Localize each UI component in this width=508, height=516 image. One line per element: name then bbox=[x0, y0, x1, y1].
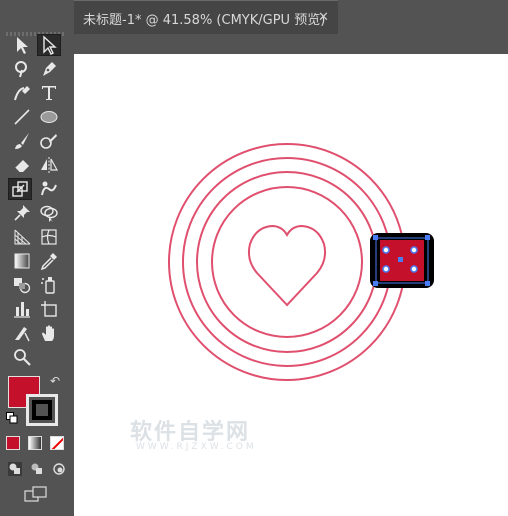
swap-colors-icon[interactable]: ↶ bbox=[50, 374, 60, 388]
artboard-tool[interactable] bbox=[37, 298, 61, 320]
mesh-icon bbox=[41, 229, 57, 245]
close-icon[interactable]: ✕ bbox=[318, 9, 329, 25]
perspective-grid-tool[interactable] bbox=[10, 226, 34, 248]
inner-circle[interactable] bbox=[211, 186, 363, 338]
hand-tool[interactable] bbox=[37, 322, 61, 344]
zoom-tool[interactable] bbox=[10, 346, 34, 368]
line-tool[interactable] bbox=[10, 106, 34, 128]
puppet-warp-tool[interactable] bbox=[10, 202, 34, 224]
reflect-tool[interactable] bbox=[37, 154, 61, 176]
draw-behind-button[interactable] bbox=[30, 462, 44, 476]
direct-selection-tool[interactable] bbox=[37, 34, 61, 56]
gradient-mode-button[interactable] bbox=[28, 436, 42, 450]
stroke-color-swatch[interactable] bbox=[26, 394, 58, 426]
gradient-tool[interactable] bbox=[10, 250, 34, 272]
eraser-icon bbox=[14, 160, 29, 173]
tools-panel: ↶ bbox=[0, 30, 74, 516]
document-tab[interactable]: 未标题-1* @ 41.58% (CMYK/GPU 预览) ✕ bbox=[74, 0, 338, 34]
ellipse-tool[interactable] bbox=[37, 106, 61, 128]
scale-icon bbox=[12, 181, 28, 197]
type-tool[interactable] bbox=[37, 82, 61, 104]
blend-icon bbox=[14, 278, 31, 294]
hand-icon bbox=[42, 325, 54, 341]
paintbrush-tool[interactable] bbox=[10, 130, 34, 152]
draw-behind-icon bbox=[31, 463, 42, 474]
hollow-arrow-icon bbox=[43, 35, 57, 55]
screen-mode-button[interactable] bbox=[24, 486, 48, 502]
draw-normal-button[interactable] bbox=[8, 462, 22, 476]
line-icon bbox=[14, 109, 30, 125]
blend-tool[interactable] bbox=[10, 274, 34, 296]
arrow-icon bbox=[17, 37, 28, 54]
brush-icon bbox=[15, 133, 29, 149]
pin-icon bbox=[14, 205, 30, 221]
draw-inside-button[interactable] bbox=[52, 462, 66, 476]
eyedropper-tool[interactable] bbox=[37, 250, 61, 272]
ellipse-icon bbox=[40, 111, 58, 123]
type-icon bbox=[42, 86, 56, 100]
pen-tool[interactable] bbox=[37, 58, 61, 80]
curvature-tool[interactable] bbox=[10, 82, 34, 104]
scale-tool[interactable] bbox=[8, 178, 32, 200]
slice-icon bbox=[15, 327, 30, 342]
screen-mode-icon bbox=[24, 486, 47, 502]
shape-builder-tool[interactable] bbox=[37, 202, 61, 224]
column-graph-tool[interactable] bbox=[10, 298, 34, 320]
mesh-tool[interactable] bbox=[37, 226, 61, 248]
reflect-icon bbox=[41, 157, 59, 173]
sprayer-icon bbox=[41, 277, 55, 294]
artboard-icon bbox=[41, 301, 57, 317]
zoom-icon bbox=[14, 349, 31, 366]
slice-tool[interactable] bbox=[10, 322, 34, 344]
second-circle[interactable] bbox=[182, 157, 392, 367]
watermark-url: WWW.RJZXW.COM bbox=[136, 442, 257, 452]
warp-tool[interactable] bbox=[37, 178, 61, 200]
shaper-tool[interactable] bbox=[37, 130, 61, 152]
gradient-icon bbox=[14, 253, 30, 269]
shape-builder-icon bbox=[40, 205, 58, 222]
eraser-tool[interactable] bbox=[10, 154, 34, 176]
curvature-icon bbox=[14, 86, 30, 101]
magic-wand-tool[interactable] bbox=[10, 58, 34, 80]
draw-inside-icon bbox=[53, 463, 65, 475]
shaper-icon bbox=[40, 134, 57, 149]
default-colors-icon[interactable] bbox=[6, 412, 18, 424]
graph-icon bbox=[14, 302, 30, 318]
document-tab-bar: 未标题-1* @ 41.58% (CMYK/GPU 预览) ✕ bbox=[0, 0, 508, 34]
magic-wand-icon bbox=[15, 61, 27, 78]
third-circle[interactable] bbox=[196, 171, 378, 353]
color-mode-button[interactable] bbox=[6, 436, 20, 450]
perspective-grid-icon bbox=[14, 229, 31, 245]
document-tab-title: 未标题-1* @ 41.58% (CMYK/GPU 预览) bbox=[83, 13, 326, 28]
pen-icon bbox=[43, 62, 56, 76]
heart-shape[interactable] bbox=[247, 224, 327, 307]
selected-square[interactable] bbox=[370, 233, 434, 288]
artboard-canvas[interactable]: 软件自学网 WWW.RJZXW.COM bbox=[74, 54, 508, 516]
stroke-color-inner bbox=[32, 400, 52, 420]
none-mode-button[interactable] bbox=[50, 436, 64, 450]
eyedropper-icon bbox=[40, 253, 57, 271]
warp-icon bbox=[41, 181, 57, 196]
draw-normal-icon bbox=[8, 462, 22, 476]
selection-tool[interactable] bbox=[10, 34, 34, 56]
none-slash-icon bbox=[51, 437, 63, 449]
symbol-sprayer-tool[interactable] bbox=[37, 274, 61, 296]
outer-circle[interactable] bbox=[168, 143, 406, 381]
